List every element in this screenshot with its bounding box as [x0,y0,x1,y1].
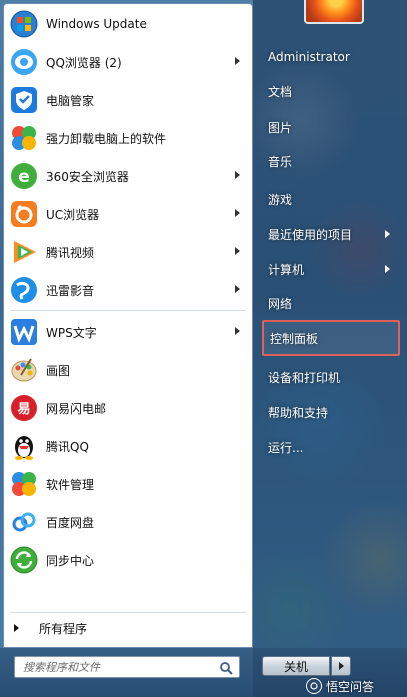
menu-item-windows-update[interactable]: Windows Update [4,6,248,42]
right-item-recent-items[interactable]: 最近使用的项目 [262,221,400,247]
menu-item-pc-manager[interactable]: 电脑管家 [4,82,248,118]
right-item-control-panel[interactable]: 控制面板 [262,320,400,356]
right-item-label: 网络 [268,296,293,311]
chevron-right-icon [235,327,240,335]
watermark: 悟空问答 [306,676,374,696]
menu-divider [10,310,246,311]
right-item-run[interactable]: 运行... [262,434,400,460]
menu-item-label: 百度网盘 [46,515,95,530]
right-item-label: 设备和打印机 [268,370,341,385]
menu-item-label: Windows Update [46,17,147,31]
netease-mail-icon: 易 [8,392,40,424]
right-item-label: 帮助和支持 [268,405,329,420]
menu-item-uninstaller[interactable]: 强力卸载电脑上的软件 [4,120,248,156]
sync-center-icon [8,544,40,576]
menu-item-tencent-video[interactable]: 腾讯视频 [4,234,248,270]
menu-item-360-browser[interactable]: e 360安全浏览器 [4,158,248,194]
right-item-help-support[interactable]: 帮助和支持 [262,399,400,425]
right-item-label: 运行... [268,440,304,455]
all-programs-button[interactable]: 所有程序 [4,616,248,640]
menu-item-label: 腾讯QQ [46,439,89,454]
chevron-right-icon [385,265,390,273]
uninstaller-icon [8,122,40,154]
chevron-right-icon [235,57,240,65]
qq-browser-icon [8,46,40,78]
all-programs-label: 所有程序 [39,621,88,636]
shutdown-options-button[interactable] [331,656,351,676]
menu-item-qq-browser[interactable]: QQ浏览器 (2) [4,44,248,80]
right-item-administrator[interactable]: Administrator [262,44,400,70]
shutdown-group: 关机 [262,656,352,676]
right-item-label: 文档 [268,84,293,99]
user-picture-flower[interactable] [304,0,364,24]
wps-writer-icon [8,316,40,348]
menu-item-xunlei-player[interactable]: 迅雷影音 [4,272,248,308]
menu-item-label: 画图 [46,363,71,378]
menu-item-label: 同步中心 [46,553,95,568]
menu-item-label: 迅雷影音 [46,283,95,298]
shutdown-button[interactable]: 关机 [262,656,330,676]
menu-item-uc-browser[interactable]: UC浏览器 [4,196,248,232]
right-item-documents[interactable]: 文档 [262,78,400,104]
search-icon[interactable] [219,660,233,679]
menu-item-wps-writer[interactable]: WPS文字 [4,314,248,350]
watermark-text: 悟空问答 [326,679,375,694]
menu-item-label: UC浏览器 [46,207,100,222]
right-item-music[interactable]: 音乐 [262,148,400,174]
menu-item-label: 强力卸载电脑上的软件 [46,131,167,146]
right-item-label: Administrator [268,50,350,64]
svg-text:易: 易 [17,402,30,417]
tencent-video-icon [8,236,40,268]
uc-browser-icon [8,198,40,230]
right-item-network[interactable]: 网络 [262,290,400,316]
chevron-right-icon [235,171,240,179]
software-manager-icon [8,468,40,500]
right-item-games[interactable]: 游戏 [262,186,400,212]
menu-item-tencent-qq[interactable]: 腾讯QQ [4,428,248,464]
right-item-computer[interactable]: 计算机 [262,256,400,282]
menu-item-sync-center[interactable]: 同步中心 [4,542,248,578]
right-item-label: 游戏 [268,192,293,207]
qq-penguin-icon [8,430,40,462]
xunlei-player-icon [8,274,40,306]
right-item-label: 图片 [268,120,293,135]
menu-item-label: 腾讯视频 [46,245,95,260]
right-item-label: 计算机 [268,262,305,277]
baidu-netdisk-icon [8,506,40,538]
menu-divider [10,612,246,613]
chevron-right-icon [235,247,240,255]
360-browser-icon: e [8,160,40,192]
chevron-right-icon [385,230,390,238]
chevron-right-icon [235,209,240,217]
windows-update-icon [8,8,40,40]
search-box[interactable] [14,656,240,678]
right-item-devices-printers[interactable]: 设备和打印机 [262,364,400,390]
svg-text:e: e [18,167,30,187]
pc-manager-shield-icon [8,84,40,116]
menu-item-label: 电脑管家 [46,93,95,108]
chevron-right-icon [338,662,344,670]
right-item-label: 最近使用的项目 [268,227,353,242]
right-item-label: 音乐 [268,154,293,169]
menu-item-software-manager[interactable]: 软件管理 [4,466,248,502]
chevron-right-icon [235,285,240,293]
menu-item-label: WPS文字 [46,325,97,340]
menu-item-netease-mail[interactable]: 易 网易闪电邮 [4,390,248,426]
paint-palette-icon [8,354,40,386]
menu-item-label: 360安全浏览器 [46,169,129,184]
menu-item-label: QQ浏览器 (2) [46,55,122,70]
right-item-pictures[interactable]: 图片 [262,114,400,140]
menu-item-label: 软件管理 [46,477,95,492]
chevron-right-icon [14,624,19,632]
search-input[interactable] [15,660,205,674]
wukong-logo-icon [306,678,322,694]
menu-item-label: 网易闪电邮 [46,401,107,416]
menu-item-paint[interactable]: 画图 [4,352,248,388]
right-item-label: 控制面板 [270,331,319,346]
menu-item-baidu-netdisk[interactable]: 百度网盘 [4,504,248,540]
